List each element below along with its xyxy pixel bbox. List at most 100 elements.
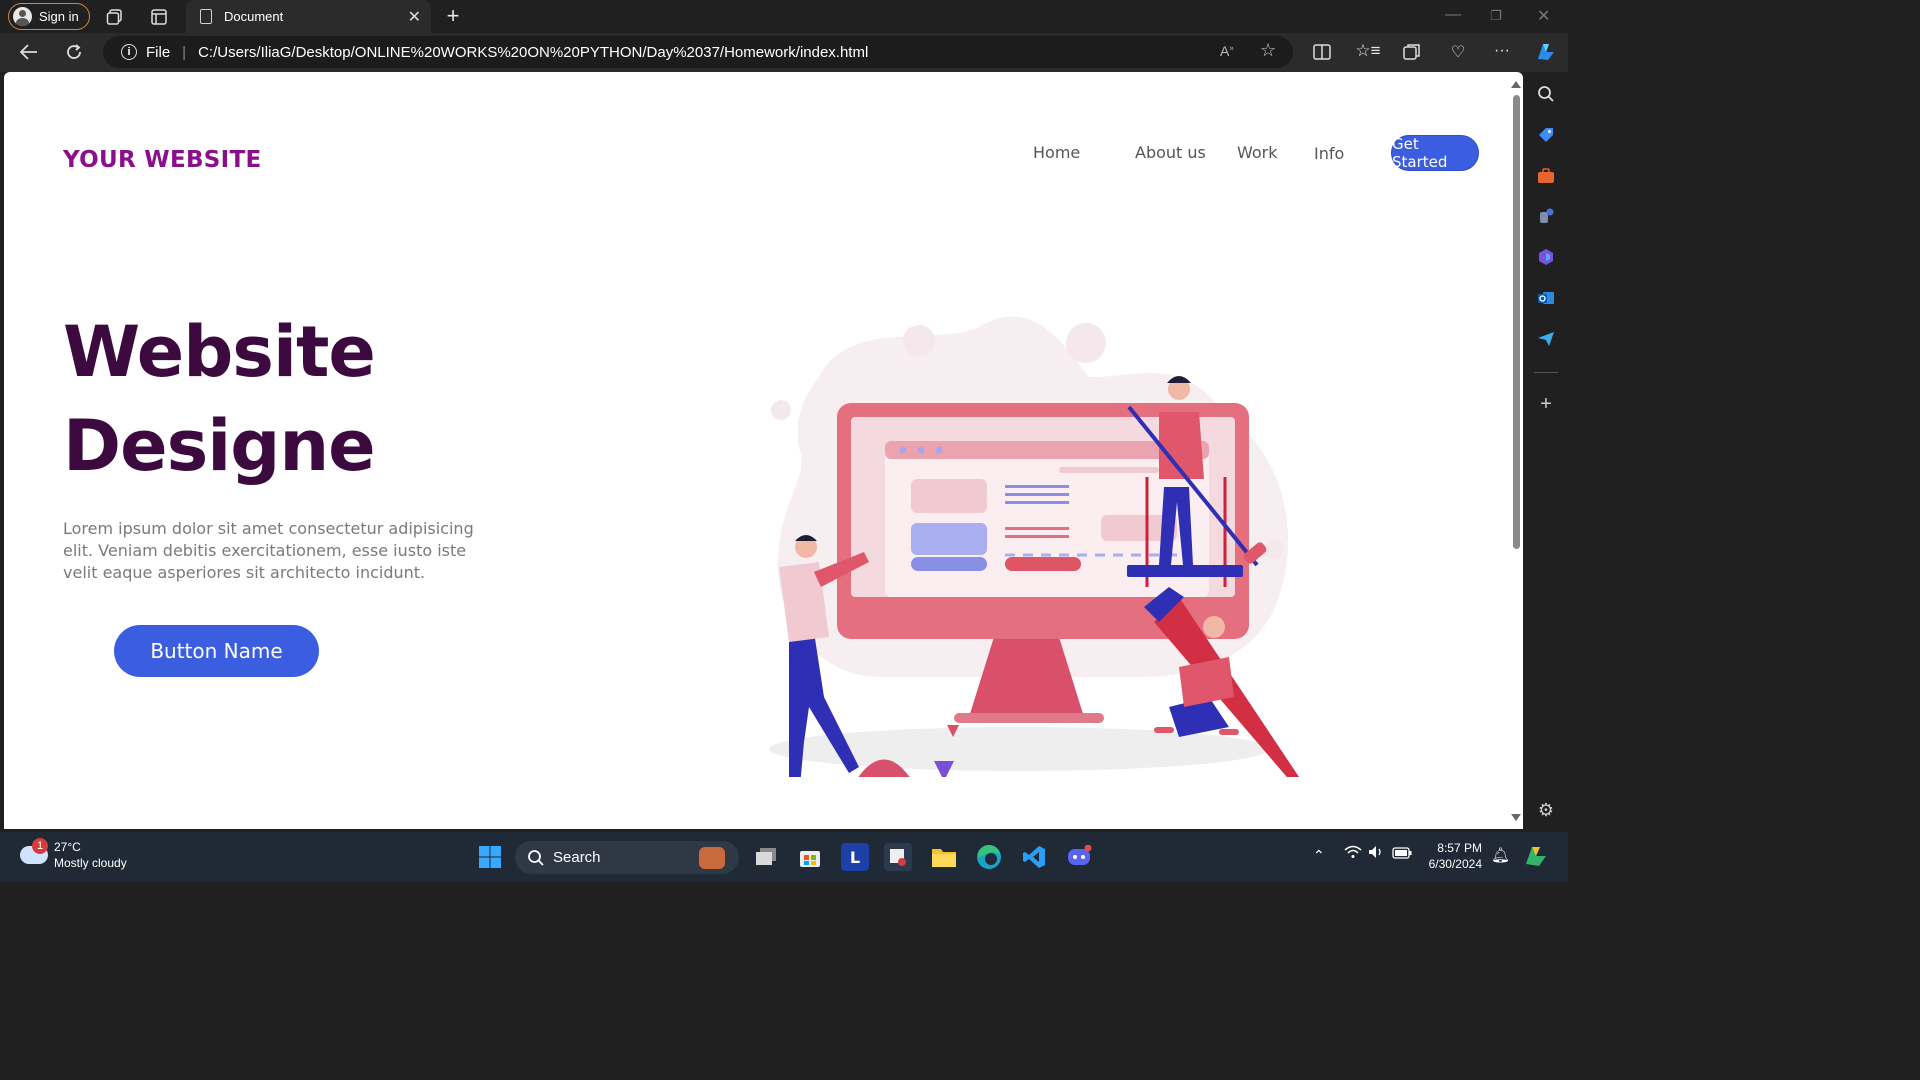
nav-about-us[interactable]: About us <box>1135 143 1206 162</box>
divider: | <box>182 43 187 61</box>
window-dot <box>917 446 925 454</box>
web-page: YOUR WEBSITE Home About us Work Info Get… <box>4 72 1523 829</box>
search-highlight-icon <box>699 847 725 869</box>
notifications-bell-icon[interactable]: 🔔︎ <box>1491 846 1510 864</box>
read-aloud-icon[interactable]: A» <box>1220 43 1234 59</box>
copilot-taskbar-icon[interactable] <box>1523 843 1549 872</box>
close-tab-icon[interactable]: ✕ <box>408 7 421 27</box>
decor-circle <box>771 400 791 420</box>
notification-badge: 1 <box>32 838 48 854</box>
tab-document[interactable]: Document ✕ <box>186 0 431 33</box>
address-bar[interactable]: i File | C:/Users/IliaG/Desktop/ONLINE%2… <box>103 36 1293 68</box>
ui-line <box>1005 527 1069 530</box>
site-logo[interactable]: YOUR WEBSITE <box>63 147 262 173</box>
add-icon[interactable]: + <box>1536 393 1556 415</box>
window-dot <box>935 446 943 454</box>
sign-in-button[interactable]: Sign in <box>8 3 90 30</box>
send-icon[interactable] <box>1536 329 1556 349</box>
clock-time: 8:57 PM <box>1437 841 1482 855</box>
collections-icon[interactable] <box>1402 42 1422 62</box>
ui-line <box>1005 493 1069 496</box>
browser-sidebar: + ⚙ <box>1524 72 1568 829</box>
search-icon <box>528 849 544 866</box>
person-shoe <box>1219 729 1239 735</box>
nav-home[interactable]: Home <box>1033 143 1080 162</box>
edge-browser-icon[interactable] <box>975 843 1003 871</box>
taskbar-search[interactable]: Search <box>515 841 739 874</box>
tab-title: Document <box>224 9 284 24</box>
back-arrow-icon[interactable] <box>18 41 40 63</box>
windows-taskbar: 1 27°C Mostly cloudy Search L ⌃ 8:57 PM … <box>0 832 1568 882</box>
ui-line <box>1059 467 1159 473</box>
wifi-icon[interactable] <box>1344 845 1362 863</box>
sidebar-divider <box>1534 372 1558 373</box>
search-placeholder: Search <box>553 849 601 866</box>
minimize-icon[interactable]: — <box>1445 6 1461 24</box>
battery-icon[interactable] <box>1392 847 1412 862</box>
ui-block <box>1005 557 1081 571</box>
more-options-icon[interactable]: ··· <box>1491 40 1513 62</box>
snipping-tool-icon[interactable] <box>884 843 912 871</box>
clock[interactable]: 8:57 PM 6/30/2024 <box>1420 841 1482 871</box>
person-head <box>1203 616 1225 638</box>
copilot-icon[interactable] <box>1533 39 1559 65</box>
weather-temperature: 27°C <box>54 840 81 854</box>
tools-icon[interactable] <box>1536 166 1556 186</box>
scroll-up-arrow-icon[interactable] <box>1511 81 1521 88</box>
address-bar-row: i File | C:/Users/IliaG/Desktop/ONLINE%2… <box>0 33 1568 72</box>
favorites-icon[interactable]: ☆≡ <box>1355 40 1380 62</box>
ui-block <box>911 557 987 571</box>
file-explorer-icon[interactable] <box>930 843 958 871</box>
vscode-icon[interactable] <box>1020 843 1048 871</box>
sign-in-label: Sign in <box>39 9 79 24</box>
decor-circle <box>903 325 935 357</box>
scroll-thumb[interactable] <box>1513 95 1520 549</box>
split-screen-icon[interactable] <box>1312 42 1332 62</box>
restore-icon[interactable]: ❐ <box>1490 8 1502 24</box>
hero-button[interactable]: Button Name <box>114 625 319 677</box>
window-dot <box>899 446 907 454</box>
close-window-icon[interactable]: ✕ <box>1537 6 1550 26</box>
profile-icon <box>13 7 32 26</box>
person-shoe <box>1154 727 1174 733</box>
shopping-tag-icon[interactable] <box>1536 125 1556 145</box>
clock-date: 6/30/2024 <box>1428 857 1482 871</box>
copilot-app-icon[interactable] <box>1536 247 1556 267</box>
browser-essentials-icon[interactable]: ♡ <box>1447 41 1469 63</box>
workspaces-icon[interactable] <box>104 6 126 28</box>
tab-actions-icon[interactable] <box>148 6 170 28</box>
windows-start-icon[interactable] <box>476 843 504 871</box>
hero-description: Lorem ipsum dolor sit amet consectetur a… <box>63 519 474 582</box>
show-hidden-icons-icon[interactable]: ⌃ <box>1313 847 1325 864</box>
favorite-star-icon[interactable]: ☆ <box>1260 40 1276 61</box>
outlook-icon[interactable] <box>1536 288 1556 308</box>
volume-icon[interactable] <box>1368 845 1384 862</box>
scroll-down-arrow-icon[interactable] <box>1511 814 1521 821</box>
get-started-button[interactable]: Get Started <box>1391 135 1479 171</box>
hero-title-line-1: Website <box>63 311 376 393</box>
discord-icon[interactable] <box>1065 843 1093 871</box>
browser-tab-bar: Sign in Document ✕ + — ❐ ✕ <box>0 0 1568 33</box>
monitor-base <box>954 713 1104 723</box>
microsoft-store-icon[interactable] <box>796 843 824 871</box>
games-icon[interactable] <box>1536 206 1556 226</box>
website-design-illustration <box>769 316 1299 777</box>
decor-circle <box>1066 323 1106 363</box>
ui-block <box>911 523 987 555</box>
weather-description: Mostly cloudy <box>54 856 127 870</box>
nav-work[interactable]: Work <box>1237 143 1278 162</box>
ui-line <box>1005 501 1069 504</box>
refresh-icon[interactable] <box>63 41 85 63</box>
info-icon[interactable]: i <box>121 44 137 60</box>
settings-gear-icon[interactable]: ⚙ <box>1536 800 1556 820</box>
weather-widget[interactable]: 1 27°C Mostly cloudy <box>20 838 127 870</box>
page-scrollbar[interactable] <box>1510 75 1522 827</box>
nav-info[interactable]: Info <box>1314 144 1344 163</box>
new-tab-icon[interactable]: + <box>442 3 464 28</box>
url-text[interactable]: C:/Users/IliaG/Desktop/ONLINE%20WORKS%20… <box>198 44 868 61</box>
app-l-icon[interactable]: L <box>841 843 869 871</box>
decor-circle <box>1264 539 1284 559</box>
search-icon[interactable] <box>1536 84 1556 104</box>
hero-title-line-2: Designe <box>63 405 376 487</box>
task-view-icon[interactable] <box>752 843 780 871</box>
